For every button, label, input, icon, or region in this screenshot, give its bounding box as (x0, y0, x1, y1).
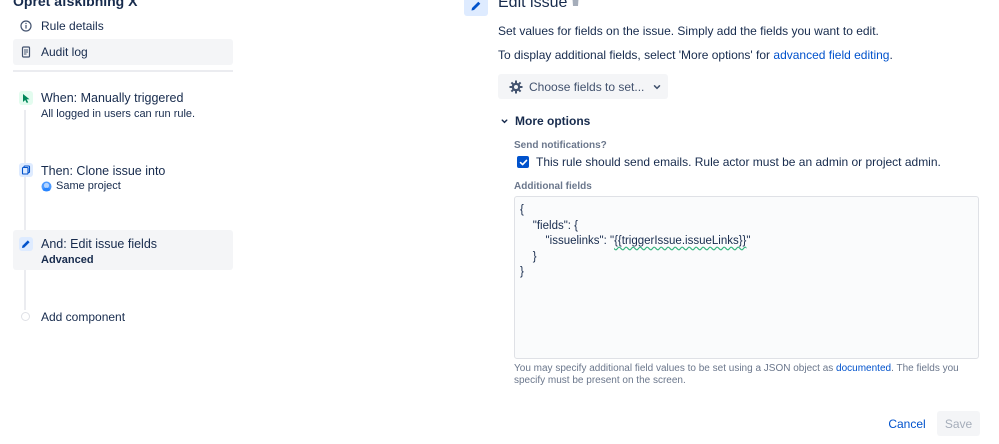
code-line: { (520, 204, 524, 216)
choose-fields-button[interactable]: Choose fields to set... (498, 74, 668, 99)
additional-fields-label: Additional fields (514, 181, 592, 192)
document-icon (19, 45, 33, 59)
more-options-label: More options (515, 114, 591, 128)
chevron-down-icon (500, 117, 509, 126)
code-line: "fields": { (520, 219, 579, 232)
smart-value-token: {{triggerIssue.issueLinks}} (614, 235, 747, 247)
step-title: When: Manually triggered (41, 91, 184, 105)
advanced-field-editing-link[interactable]: advanced field editing (773, 48, 889, 62)
info-icon (19, 19, 33, 33)
gear-icon (509, 80, 523, 94)
chevron-down-icon (652, 82, 662, 92)
send-notifications-checkbox-label: This rule should send emails. Rule actor… (536, 155, 941, 169)
sidebar-divider (13, 70, 233, 72)
help-text: You may specify additional field values … (514, 363, 837, 374)
step-title: Then: Clone issue into (41, 164, 166, 178)
code-line: } (520, 250, 537, 263)
cancel-button[interactable]: Cancel (884, 413, 930, 435)
cursor-icon (19, 91, 33, 105)
add-component-dot (21, 312, 30, 321)
additional-fields-json-editor[interactable]: { "fields": { "issuelinks": "{{triggerIs… (514, 196, 979, 359)
timeline-step-edit[interactable]: And: Edit issue fields Advanced (13, 230, 233, 270)
rule-title[interactable]: Opret afskibning X (13, 0, 137, 9)
sidebar-item-label: Audit log (41, 45, 88, 59)
panel-description: Set values for fields on the issue. Simp… (498, 24, 879, 38)
copy-icon (19, 163, 33, 177)
step-subtitle: Advanced (41, 254, 94, 266)
rule-sidebar: Opret afskibning X Rule details Audit lo… (0, 0, 240, 444)
pencil-icon (464, 0, 488, 16)
send-notifications-label: Send notifications? (514, 140, 607, 151)
code-text: " (746, 235, 751, 247)
send-notifications-checkbox-row[interactable]: This rule should send emails. Rule actor… (517, 155, 941, 169)
code-line: "issuelinks": "{{triggerIssue.issueLinks… (520, 234, 973, 250)
timeline-connector (24, 110, 26, 310)
more-options-toggle[interactable]: More options (500, 114, 590, 128)
sidebar-item-label: Rule details (41, 19, 104, 33)
documented-link[interactable]: documented (836, 363, 891, 374)
timeline-step-trigger[interactable]: When: Manually triggered All logged in u… (13, 86, 233, 126)
panel-title: Edit issue (498, 0, 568, 11)
send-notifications-checkbox[interactable] (517, 156, 529, 168)
hint-text: To display additional fields, select 'Mo… (498, 48, 774, 62)
add-component-button[interactable]: Add component (41, 310, 125, 324)
code-line: } (520, 266, 524, 278)
step-title: And: Edit issue fields (41, 237, 158, 251)
project-avatar-icon (41, 181, 52, 192)
sidebar-item-audit-log[interactable]: Audit log (13, 39, 233, 65)
trash-icon[interactable] (570, 0, 581, 10)
step-subtitle-row: Same project (41, 180, 121, 192)
code-text: "issuelinks": " (520, 235, 615, 247)
edit-issue-panel: Edit issue Set values for fields on the … (460, 0, 999, 444)
step-subtitle: All logged in users can run rule. (41, 108, 196, 120)
save-button[interactable]: Save (937, 411, 980, 436)
additional-fields-help: You may specify additional field values … (514, 363, 984, 387)
step-subtitle: Same project (56, 180, 121, 192)
pencil-icon (19, 237, 33, 251)
hint-suffix: . (889, 48, 893, 62)
sidebar-item-rule-details[interactable]: Rule details (13, 13, 233, 39)
additional-fields-hint: To display additional fields, select 'Mo… (498, 48, 893, 62)
timeline-step-clone[interactable]: Then: Clone issue into Same project (13, 160, 233, 200)
choose-fields-label: Choose fields to set... (529, 79, 645, 94)
